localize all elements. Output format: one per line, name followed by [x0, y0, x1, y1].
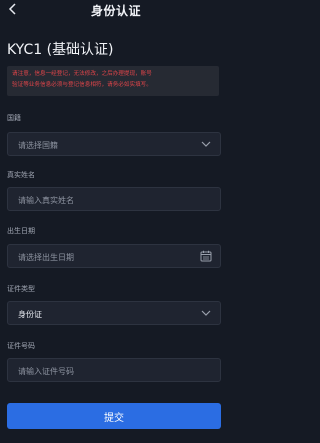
- real-name-input[interactable]: 请输入真实姓名: [7, 187, 221, 211]
- header-bar: 身份认证: [0, 0, 232, 22]
- id-type-label: 证件类型: [7, 285, 35, 293]
- nationality-label: 国籍: [7, 114, 21, 122]
- kyc-level-title: KYC1 (基础认证): [7, 42, 114, 58]
- chevron-down-icon: [201, 310, 211, 316]
- warning-notice: 请注意，信息一经登记，无法修改，之后办理提现，账号 验证等业务信息必须与登记信息…: [7, 66, 219, 96]
- warning-line-1: 请注意，信息一经登记，无法修改，之后办理提现，账号: [12, 71, 152, 77]
- page-title: 身份认证: [90, 4, 141, 18]
- birth-date-placeholder: 请选择出生日期: [18, 253, 74, 262]
- id-number-input[interactable]: 请输入证件号码: [7, 358, 221, 382]
- id-number-placeholder: 请输入证件号码: [18, 367, 74, 376]
- nationality-placeholder: 请选择国籍: [18, 141, 58, 150]
- id-type-value: 身份证: [18, 310, 42, 319]
- nationality-select[interactable]: 请选择国籍: [7, 132, 221, 156]
- birth-date-picker[interactable]: 请选择出生日期: [7, 244, 221, 268]
- real-name-label: 真实姓名: [7, 171, 35, 179]
- warning-line-2: 验证等业务信息必须与登记信息相符，请务必如实填写。: [12, 82, 152, 88]
- calendar-icon: [200, 250, 212, 262]
- id-type-select[interactable]: 身份证: [7, 301, 221, 325]
- real-name-placeholder: 请输入真实姓名: [18, 196, 74, 205]
- chevron-down-icon: [201, 141, 211, 147]
- identity-verification-screen: 身份认证 KYC1 (基础认证) 请注意，信息一经登记，无法修改，之后办理提现，…: [0, 0, 232, 443]
- birth-date-label: 出生日期: [7, 227, 35, 235]
- submit-button[interactable]: 提交: [7, 403, 221, 429]
- id-number-label: 证件号码: [7, 342, 35, 350]
